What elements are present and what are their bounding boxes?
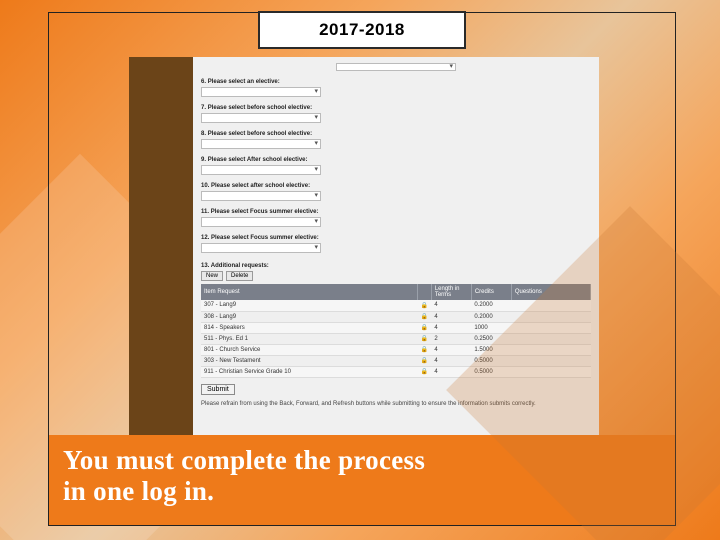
table-row[interactable]: 801 - Church Service🔒41.5000 — [201, 344, 591, 355]
content-frame: 2017-2018 ▾ 6. Please select an elective… — [48, 12, 676, 526]
cell-length: 4 — [431, 311, 471, 322]
table-row[interactable]: 303 - New Testament🔒40.5000 — [201, 355, 591, 366]
col-item: Item Request — [201, 284, 417, 300]
question-label: Please select before school elective: — [208, 105, 312, 111]
lock-icon: 🔒 — [417, 366, 431, 377]
question-block: 11. Please select Focus summer elective: — [201, 209, 591, 227]
cell-credits: 0.5000 — [471, 366, 511, 377]
cell-length: 4 — [431, 366, 471, 377]
question-block: 6. Please select an elective: — [201, 79, 591, 97]
lock-icon: 🔒 — [417, 344, 431, 355]
col-lock — [417, 284, 431, 300]
delete-button[interactable]: Delete — [226, 271, 253, 281]
question-select[interactable] — [201, 217, 321, 227]
col-credits: Credits — [471, 284, 511, 300]
additional-num: 13. — [201, 263, 209, 269]
question-label: Please select Focus summer elective: — [211, 209, 319, 215]
cell-credits: 0.2000 — [471, 311, 511, 322]
cell-questions — [511, 300, 590, 311]
question-num: 8. — [201, 131, 206, 137]
banner-line-2: in one log in. — [63, 476, 661, 507]
cell-credits: 1.5000 — [471, 344, 511, 355]
cell-item: 303 - New Testament — [201, 355, 417, 366]
question-select[interactable] — [201, 243, 321, 253]
cell-credits: 1000 — [471, 322, 511, 333]
lock-icon: 🔒 — [417, 311, 431, 322]
question-num: 9. — [201, 157, 206, 163]
cell-questions — [511, 355, 590, 366]
cell-questions — [511, 366, 590, 377]
question-num: 10. — [201, 183, 209, 189]
question-list: 6. Please select an elective: 7. Please s… — [201, 71, 591, 253]
table-row[interactable]: 814 - Speakers🔒41000 — [201, 322, 591, 333]
cell-credits: 0.2500 — [471, 333, 511, 344]
additional-requests-section: 13. Additional requests: New Delete Item… — [201, 263, 591, 407]
cell-item: 307 - Lang9 — [201, 300, 417, 311]
cell-credits: 0.5000 — [471, 355, 511, 366]
question-select[interactable] — [201, 165, 321, 175]
col-length: Length in Terms — [431, 284, 471, 300]
new-button[interactable]: New — [201, 271, 223, 281]
cell-questions — [511, 333, 590, 344]
question-select[interactable] — [201, 113, 321, 123]
question-label: Please select before school elective: — [208, 131, 312, 137]
slide-background: 2017-2018 ▾ 6. Please select an elective… — [0, 0, 720, 540]
question-label: Please select after school elective: — [211, 183, 310, 189]
instruction-banner: You must complete the process in one log… — [49, 435, 675, 525]
question-select[interactable] — [201, 139, 321, 149]
cell-credits: 0.2000 — [471, 300, 511, 311]
cell-length: 4 — [431, 344, 471, 355]
table-row[interactable]: 308 - Lang9🔒40.2000 — [201, 311, 591, 322]
table-row[interactable]: 911 - Christian Service Grade 10🔒40.5000 — [201, 366, 591, 377]
question-num: 7. — [201, 105, 206, 111]
question-block: 10. Please select after school elective: — [201, 183, 591, 201]
table-row[interactable]: 307 - Lang9🔒40.2000 — [201, 300, 591, 311]
question-select[interactable] — [201, 87, 321, 97]
question-num: 6. — [201, 79, 206, 85]
table-header-row: Item Request Length in Terms Credits Que… — [201, 284, 591, 300]
lock-icon: 🔒 — [417, 300, 431, 311]
question-num: 11. — [201, 209, 209, 215]
screenshot-main: ▾ 6. Please select an elective: 7. Please… — [193, 57, 599, 439]
col-questions: Questions — [511, 284, 590, 300]
year-title: 2017-2018 — [258, 11, 466, 49]
question-block: 9. Please select After school elective: — [201, 157, 591, 175]
embedded-screenshot: ▾ 6. Please select an elective: 7. Please… — [129, 57, 599, 439]
footer-note: Please refrain from using the Back, Forw… — [201, 401, 591, 407]
question-block: 7. Please select before school elective: — [201, 105, 591, 123]
cell-length: 2 — [431, 333, 471, 344]
question-label: Please select After school elective: — [208, 157, 308, 163]
year-title-text: 2017-2018 — [319, 20, 405, 40]
cell-questions — [511, 311, 590, 322]
cell-length: 4 — [431, 322, 471, 333]
cell-item: 814 - Speakers — [201, 322, 417, 333]
lock-icon: 🔒 — [417, 322, 431, 333]
table-row[interactable]: 511 - Phys. Ed 1🔒20.2500 — [201, 333, 591, 344]
cell-questions — [511, 322, 590, 333]
cell-item: 911 - Christian Service Grade 10 — [201, 366, 417, 377]
question-block: 12. Please select Focus summer elective: — [201, 235, 591, 253]
screenshot-sidebar — [129, 57, 193, 439]
cell-questions — [511, 344, 590, 355]
banner-line-1: You must complete the process — [63, 445, 661, 476]
chevron-down-icon: ▾ — [449, 62, 453, 70]
cell-item: 308 - Lang9 — [201, 311, 417, 322]
question-num: 12. — [201, 235, 209, 241]
question-block: 8. Please select before school elective: — [201, 131, 591, 149]
question-label: Please select Focus summer elective: — [211, 235, 319, 241]
cell-length: 4 — [431, 300, 471, 311]
cell-length: 4 — [431, 355, 471, 366]
question-select[interactable] — [201, 191, 321, 201]
question-label: Please select an elective: — [208, 79, 280, 85]
lock-icon: 🔒 — [417, 355, 431, 366]
select-field-partial[interactable]: ▾ — [336, 63, 456, 71]
requests-table: Item Request Length in Terms Credits Que… — [201, 284, 591, 378]
submit-button[interactable]: Submit — [201, 384, 235, 395]
cell-item: 801 - Church Service — [201, 344, 417, 355]
lock-icon: 🔒 — [417, 333, 431, 344]
additional-label: Additional requests: — [211, 263, 269, 269]
cell-item: 511 - Phys. Ed 1 — [201, 333, 417, 344]
